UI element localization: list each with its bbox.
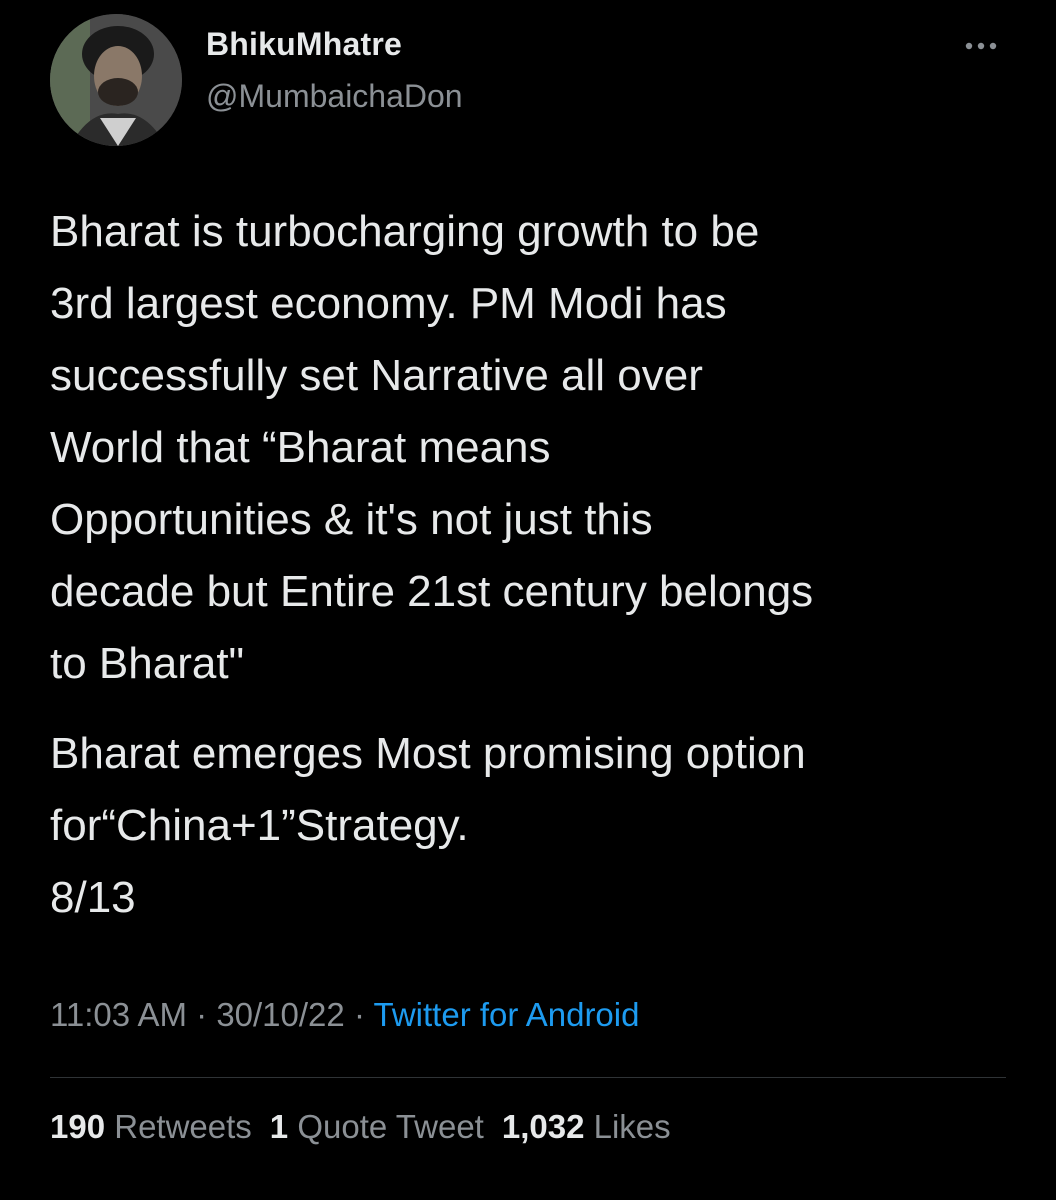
- tweet-text-paragraph-1: Bharat is turbocharging growth to be 3rd…: [50, 207, 814, 688]
- tweet-card: BhikuMhatre @MumbaichaDon Bharat is turb…: [0, 0, 1056, 1200]
- tweet-metadata: 11:03 AM · 30/10/22 · Twitter for Androi…: [50, 996, 639, 1034]
- tweet-time[interactable]: 11:03 AM: [50, 996, 187, 1033]
- tweet-text-paragraph-2: Bharat emerges Most promising option for…: [50, 729, 806, 922]
- retweets-stat[interactable]: 190 Retweets: [50, 1108, 252, 1146]
- likes-stat[interactable]: 1,032 Likes: [502, 1108, 671, 1146]
- meta-separator: ·: [186, 996, 217, 1033]
- author-handle[interactable]: @MumbaichaDon: [206, 78, 463, 115]
- meta-separator: ·: [344, 996, 374, 1033]
- divider: [50, 1077, 1006, 1078]
- retweets-label: Retweets: [114, 1108, 252, 1145]
- likes-count: 1,032: [501, 1108, 585, 1145]
- quote-tweets-stat[interactable]: 1 Quote Tweet: [270, 1108, 484, 1146]
- avatar[interactable]: [50, 14, 182, 146]
- tweet-stats: 190 Retweets 1 Quote Tweet 1,032 Likes: [50, 1108, 689, 1146]
- tweet-source-link[interactable]: Twitter for Android: [374, 996, 640, 1033]
- more-horizontal-icon: [965, 42, 997, 50]
- quote-tweets-count: 1: [269, 1108, 289, 1145]
- more-options-button[interactable]: [956, 28, 1006, 64]
- tweet-date[interactable]: 30/10/22: [216, 996, 344, 1033]
- retweets-count: 190: [50, 1108, 106, 1145]
- quote-tweets-label: Quote Tweet: [297, 1108, 484, 1145]
- likes-label: Likes: [593, 1108, 671, 1145]
- author-display-name[interactable]: BhikuMhatre: [206, 26, 402, 63]
- avatar-image: [50, 14, 182, 146]
